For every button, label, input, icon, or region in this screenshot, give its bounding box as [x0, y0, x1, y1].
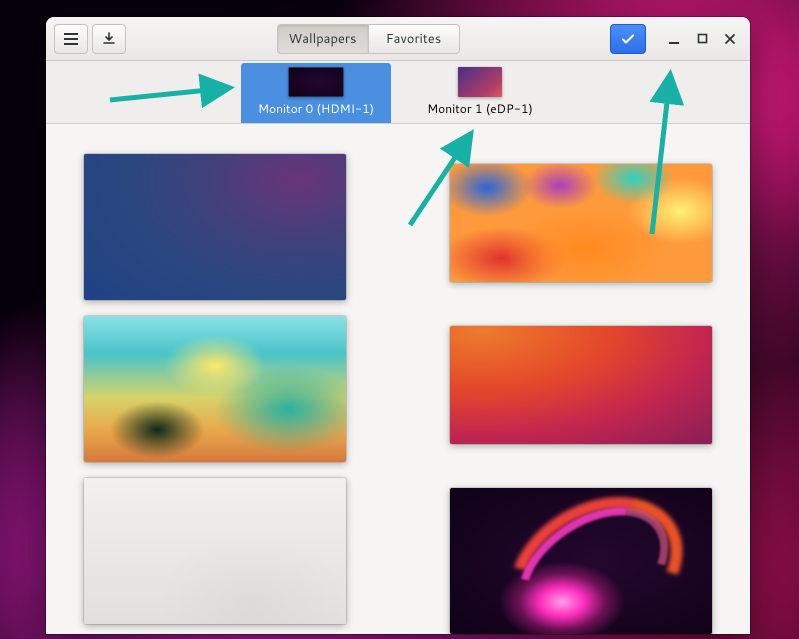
wallpaper-window: Wallpapers Favorites Monitor 0 (HDMI-1) …	[46, 17, 750, 634]
wallpaper-item[interactable]	[84, 154, 346, 300]
hamburger-icon	[64, 38, 78, 40]
import-icon	[102, 32, 116, 46]
check-icon	[620, 31, 636, 47]
titlebar: Wallpapers Favorites	[46, 17, 750, 61]
maximize-icon	[697, 33, 708, 44]
monitor-label: Monitor 1 (eDP-1)	[427, 100, 533, 117]
import-button[interactable]	[92, 24, 126, 54]
tab-label: Favorites	[386, 30, 441, 48]
wallpaper-grid[interactable]	[46, 124, 750, 634]
tab-group: Wallpapers Favorites	[277, 24, 460, 54]
wallpaper-item[interactable]	[450, 164, 712, 282]
menu-button[interactable]	[54, 24, 88, 54]
minimize-icon	[668, 33, 680, 45]
wallpaper-item[interactable]	[450, 488, 712, 634]
wallpaper-item[interactable]	[84, 478, 346, 624]
monitor-thumb	[289, 67, 344, 96]
tab-wallpapers[interactable]: Wallpapers	[277, 24, 369, 54]
monitor-label: Monitor 0 (HDMI-1)	[258, 100, 374, 117]
wallpaper-item[interactable]	[84, 316, 346, 462]
close-icon	[724, 33, 736, 45]
monitor-tab-0[interactable]: Monitor 0 (HDMI-1)	[241, 63, 391, 123]
monitor-tab-1[interactable]: Monitor 1 (eDP-1)	[405, 63, 555, 123]
monitor-thumb	[458, 67, 502, 97]
apply-button[interactable]	[610, 24, 646, 54]
tab-label: Wallpapers	[289, 30, 357, 48]
maximize-button[interactable]	[690, 27, 714, 51]
minimize-button[interactable]	[662, 27, 686, 51]
close-button[interactable]	[718, 27, 742, 51]
tab-favorites[interactable]: Favorites	[368, 24, 460, 54]
wallpaper-item[interactable]	[450, 326, 712, 444]
monitor-bar: Monitor 0 (HDMI-1) Monitor 1 (eDP-1)	[46, 61, 750, 124]
